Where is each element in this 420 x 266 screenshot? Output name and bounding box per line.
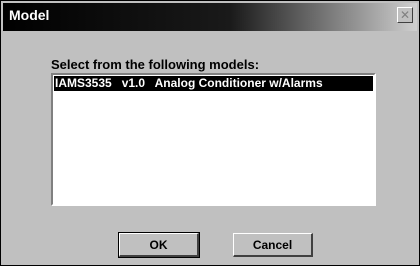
select-model-label: Select from the following models:: [51, 57, 260, 72]
window-title: Model: [9, 7, 50, 23]
ok-button[interactable]: OK: [118, 232, 200, 258]
close-button[interactable]: ✕: [397, 7, 413, 23]
model-dialog: Model ✕ Select from the following models…: [0, 0, 420, 266]
close-icon: ✕: [399, 8, 411, 22]
list-item[interactable]: IAMS3535 v1.0 Analog Conditioner w/Alarm…: [54, 76, 373, 91]
model-listbox[interactable]: IAMS3535 v1.0 Analog Conditioner w/Alarm…: [51, 73, 376, 206]
cancel-button[interactable]: Cancel: [233, 233, 313, 257]
title-bar[interactable]: Model ✕: [3, 3, 417, 31]
